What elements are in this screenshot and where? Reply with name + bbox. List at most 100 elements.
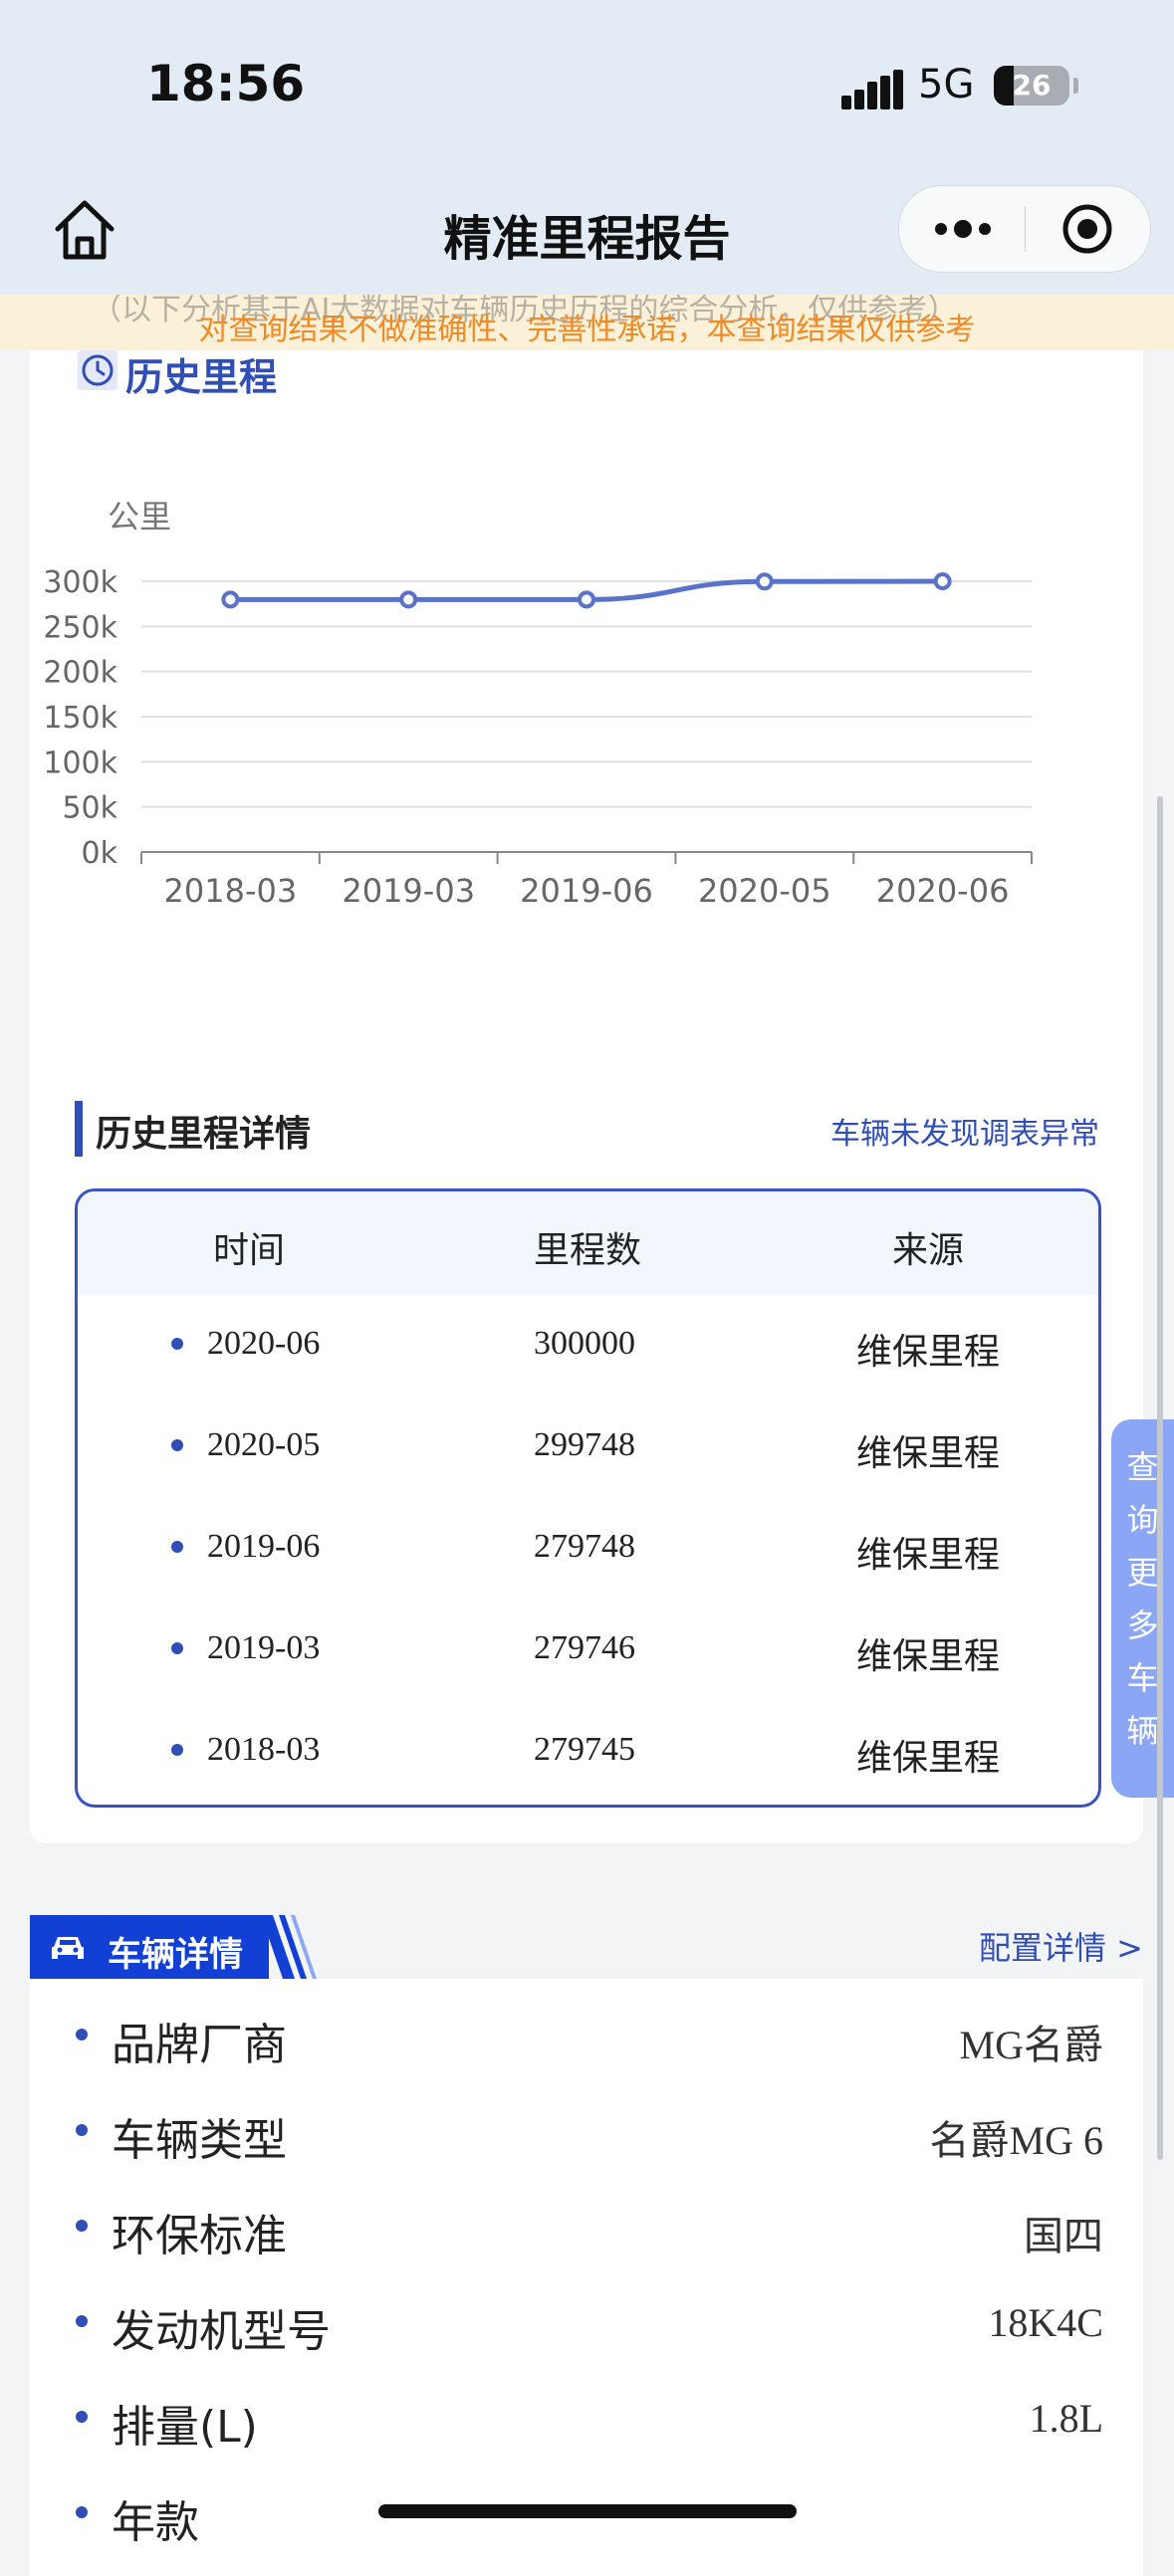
row-bullet <box>171 1439 183 1451</box>
row-date: 2019-03 <box>207 1629 321 1666</box>
data-point <box>755 572 774 591</box>
header-source: 来源 <box>892 1230 965 1271</box>
row-date: 2020-05 <box>207 1426 321 1463</box>
table-row: 2020-06 300000 维保里程 <box>78 1295 1098 1395</box>
car-icon <box>52 1937 84 1959</box>
row-source: 维保里程 <box>856 1535 1001 1576</box>
y-axis: 0k 50k 100k 150k 200k 250k 300k <box>43 565 117 871</box>
x-axis: 2018-03 2019-03 2019-06 2020-05 2020-06 <box>140 851 1033 910</box>
data-point <box>399 590 418 609</box>
chart-grid <box>141 580 1032 808</box>
y-tick-label: 100k <box>43 746 117 780</box>
vehicle-row: 品牌厂商 MG名爵 <box>30 1985 1143 2080</box>
scrollbar[interactable] <box>1157 796 1163 2160</box>
tab-char: 查 <box>1126 1448 1159 1486</box>
row-mileage: 299748 <box>534 1426 635 1463</box>
row-source: 维保里程 <box>856 1332 1001 1373</box>
table-row: 2020-05 299748 维保里程 <box>78 1396 1098 1496</box>
battery-tip <box>1073 78 1078 94</box>
vehicle-value: 1.8L <box>1029 2396 1103 2441</box>
row-date: 2019-06 <box>207 1528 321 1565</box>
clock-icon <box>78 350 117 390</box>
vehicle-key: 年款 <box>112 2497 199 2548</box>
vehicle-key: 车辆类型 <box>112 2115 287 2166</box>
tab-char: 辆 <box>1126 1712 1159 1750</box>
vehicle-key: 环保标准 <box>112 2211 287 2261</box>
row-source: 维保里程 <box>856 1433 1001 1474</box>
table-row: 2019-03 279746 维保里程 <box>78 1600 1098 1699</box>
row-bullet <box>171 1744 183 1756</box>
vehicle-value: 18K4C <box>988 2300 1103 2345</box>
table-header: 时间 里程数 来源 <box>78 1191 1098 1295</box>
disclaimer-text: 对查询结果不做准确性、完善性承诺，本查询结果仅供参考 <box>198 313 976 347</box>
row-bullet <box>76 2506 88 2518</box>
vehicle-value: 国四 <box>1024 2214 1103 2258</box>
row-bullet <box>76 2029 88 2040</box>
y-tick-label: 0k <box>82 836 118 871</box>
header-mileage: 里程数 <box>534 1230 642 1271</box>
row-date: 2018-03 <box>207 1731 321 1768</box>
table-row: 2018-03 279745 维保里程 <box>78 1701 1098 1801</box>
vehicle-key: 品牌厂商 <box>112 2020 287 2070</box>
tab-char: 多 <box>1126 1607 1159 1644</box>
mini-program-capsule <box>898 185 1151 273</box>
row-mileage: 300000 <box>534 1325 635 1362</box>
no-tamper-link[interactable]: 车辆未发现调表异常 <box>830 1109 1099 1153</box>
tab-char: 询 <box>1126 1501 1159 1539</box>
details-title: 历史里程详情 <box>96 1114 312 1155</box>
data-point <box>578 590 595 609</box>
more-icon[interactable] <box>933 214 993 244</box>
x-tick-label: 2020-06 <box>876 872 1010 910</box>
tab-char: 车 <box>1126 1659 1159 1697</box>
row-bullet <box>171 1642 183 1654</box>
status-bar: 18:56 5G 26 <box>0 0 1174 179</box>
vehicle-value: MG名爵 <box>959 2023 1103 2067</box>
row-bullet <box>171 1338 183 1350</box>
y-tick-label: 50k <box>62 791 117 826</box>
close-target-icon[interactable] <box>1060 202 1114 256</box>
data-point <box>933 572 952 590</box>
row-source: 维保里程 <box>856 1636 1001 1677</box>
y-tick-label: 300k <box>43 565 117 600</box>
x-tick-label: 2019-06 <box>520 872 653 910</box>
mileage-chart: 公里 0k 50k 100k 150k 200k 250k 300k 2018-03 2019… <box>43 498 1033 910</box>
tab-stripes <box>261 1915 317 1979</box>
history-title: 历史里程 <box>125 355 278 399</box>
signal-icon <box>841 70 903 109</box>
disclaimer-banner: （以下分析基于AI大数据对车辆历史历程的综合分析，仅供参考） 对查询结果不做准确… <box>0 295 1174 350</box>
vehicle-details-label: 车辆详情 <box>108 1935 243 1975</box>
vehicle-key: 发动机型号 <box>112 2306 331 2357</box>
nav-bar: 精准里程报告 <box>0 179 1174 299</box>
header-time: 时间 <box>213 1230 286 1271</box>
section-accent <box>75 1101 83 1157</box>
row-bullet <box>171 1541 183 1553</box>
x-tick-label: 2019-03 <box>342 872 475 910</box>
x-tick-label: 2020-05 <box>698 872 831 910</box>
mileage-table: 时间 里程数 来源 2020-06 300000 维保里程 2020-05 29… <box>75 1188 1101 1808</box>
capsule-divider <box>1025 206 1026 252</box>
y-tick-label: 250k <box>43 610 117 645</box>
vehicle-value: 名爵MG 6 <box>929 2118 1103 2163</box>
row-bullet <box>76 2411 88 2423</box>
network-type: 5G <box>918 62 975 107</box>
row-mileage: 279748 <box>534 1528 635 1565</box>
row-mileage: 279745 <box>534 1731 635 1768</box>
vehicle-details-tab: 车辆详情 <box>30 1915 319 1979</box>
y-axis-unit: 公里 <box>108 498 171 536</box>
vehicle-row: 发动机型号 18K4C <box>30 2271 1143 2367</box>
config-details-link[interactable]: 配置详情 > <box>979 1923 1143 1969</box>
row-bullet <box>76 2315 88 2327</box>
row-source: 维保里程 <box>856 1738 1001 1779</box>
vehicle-row: 环保标准 国四 <box>30 2176 1143 2271</box>
y-tick-label: 150k <box>43 701 117 736</box>
home-indicator[interactable] <box>378 2504 797 2518</box>
table-row: 2019-06 279748 维保里程 <box>78 1498 1098 1598</box>
data-point <box>221 590 240 609</box>
vehicle-row: 排量(L) 1.8L <box>30 2367 1143 2463</box>
chart-series <box>221 572 952 609</box>
status-time: 18:56 <box>146 55 306 112</box>
query-more-vehicles-tab[interactable]: 查 询 更 多 车 辆 <box>1111 1419 1174 1798</box>
x-tick-label: 2018-03 <box>164 872 298 910</box>
vehicle-card: 品牌厂商 MG名爵 车辆类型 名爵MG 6 环保标准 国四 发动机型号 18K4… <box>30 1979 1143 2576</box>
row-date: 2020-06 <box>207 1325 321 1362</box>
